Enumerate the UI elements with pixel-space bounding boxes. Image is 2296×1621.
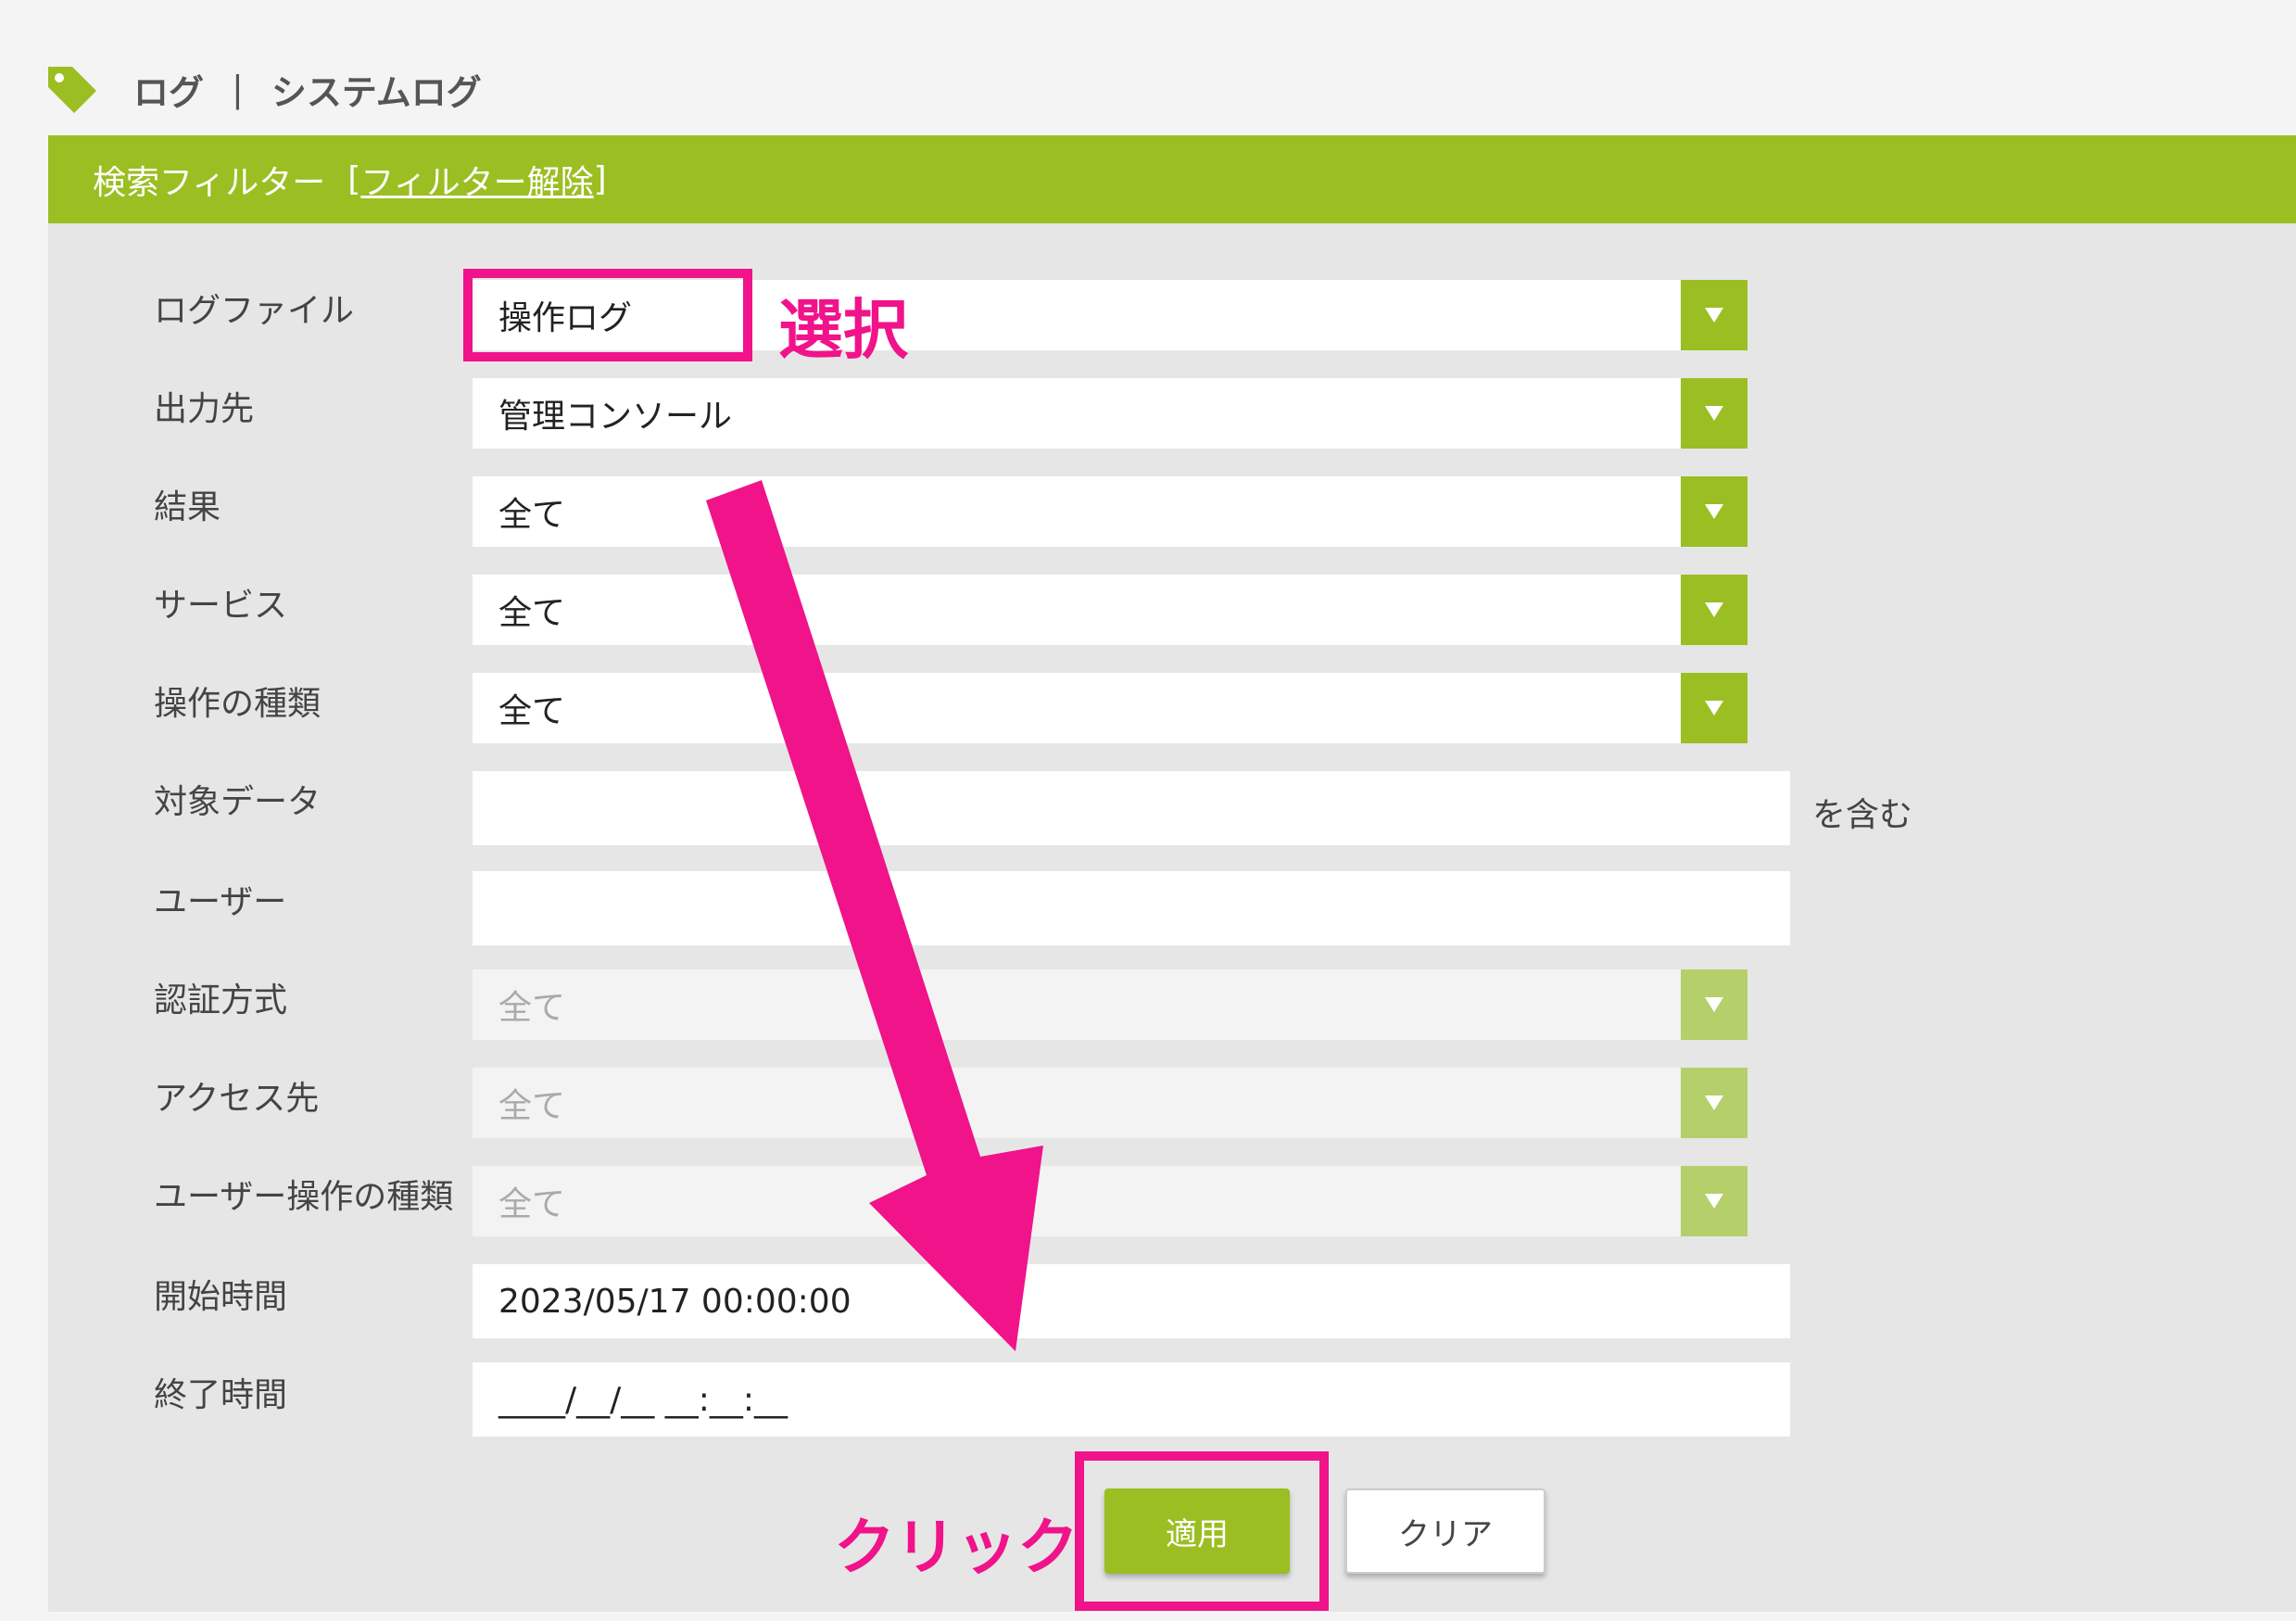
- pointer-arrow: [706, 480, 1043, 1351]
- arrow-icon: [706, 480, 1043, 1351]
